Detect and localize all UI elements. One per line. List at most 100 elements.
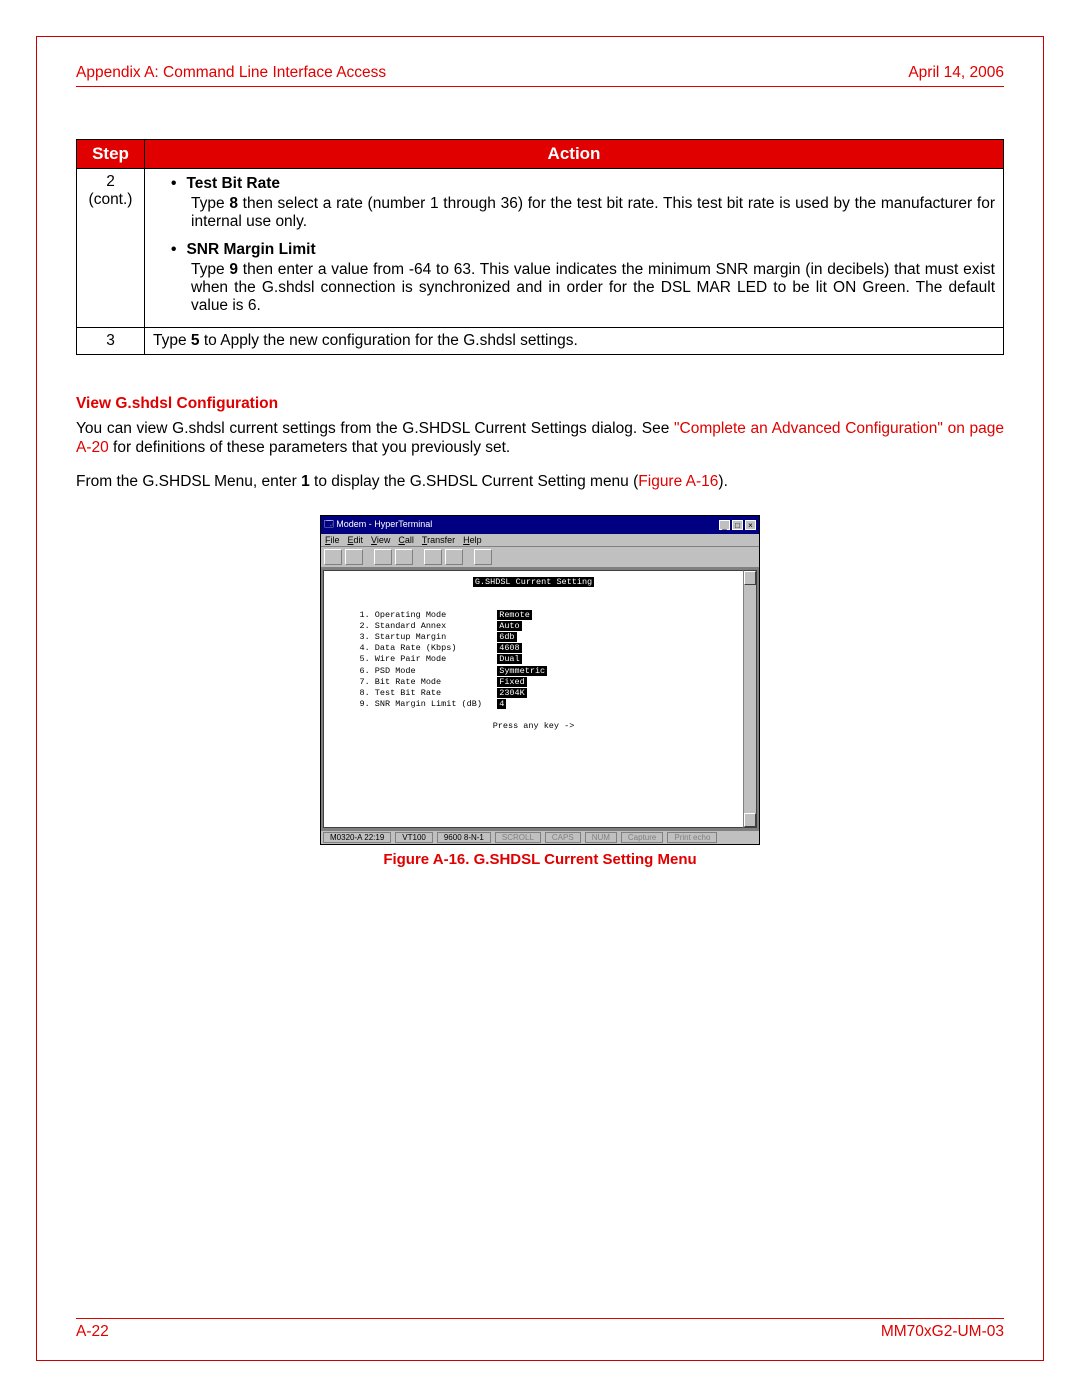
figure: 🗔 Modem - HyperTerminal _ □ × File Edit …: [76, 515, 1004, 868]
ht-terminal-wrap: G.SHDSL Current Setting 1. Operating Mod…: [321, 568, 759, 830]
ht-titlebar: 🗔 Modem - HyperTerminal _ □ ×: [321, 516, 759, 534]
txt: to Apply the new configuration for the G…: [200, 332, 578, 349]
figure-ref-link[interactable]: Figure A-16: [638, 473, 718, 490]
txt: From the G.SHDSL Menu, enter: [76, 473, 301, 490]
term-line: 4. Data Rate (Kbps) 4608: [334, 643, 733, 654]
table-row: 3 Type 5 to Apply the new configuration …: [77, 328, 1004, 355]
term-blank: [334, 599, 339, 609]
scroll-down-icon[interactable]: [744, 813, 756, 827]
ht-title-text: 🗔 Modem - HyperTerminal: [324, 517, 432, 533]
th-step: Step: [77, 140, 145, 169]
status-cell: Print echo: [667, 832, 717, 843]
ht-terminal[interactable]: G.SHDSL Current Setting 1. Operating Mod…: [323, 570, 743, 828]
header-right: April 14, 2006: [908, 64, 1004, 82]
txt: Type: [153, 332, 191, 349]
term-line: 9. SNR Margin Limit (dB) 4: [334, 699, 733, 710]
step-action-table: Step Action 2 (cont.) • Test Bit Rate Ty…: [76, 139, 1004, 355]
status-cell: NUM: [585, 832, 617, 843]
hyperterminal-window: 🗔 Modem - HyperTerminal _ □ × File Edit …: [320, 515, 760, 845]
term-value: 4: [497, 699, 506, 709]
menu-view[interactable]: View: [371, 535, 390, 545]
page-header: Appendix A: Command Line Interface Acces…: [76, 64, 1004, 87]
footer-right: MM70xG2-UM-03: [881, 1323, 1004, 1341]
txt: Type: [191, 261, 229, 278]
status-cell: CAPS: [545, 832, 581, 843]
bullet-title: SNR Margin Limit: [186, 241, 315, 259]
term-value: 2304K: [497, 688, 527, 698]
term-value: Symmetric: [497, 666, 547, 676]
step-cell: 3: [77, 328, 145, 355]
term-line: 2. Standard Annex Auto: [334, 621, 733, 632]
bullet-dot: •: [153, 175, 186, 193]
bullet-item: • Test Bit Rate: [153, 175, 995, 193]
term-line: 3. Startup Margin 6db: [334, 632, 733, 643]
ht-statusbar: M0320-A 22:19 VT100 9600 8-N-1 SCROLL CA…: [321, 830, 759, 844]
body-paragraph: From the G.SHDSL Menu, enter 1 to displa…: [76, 472, 1004, 491]
txt: to display the G.SHDSL Current Setting m…: [310, 473, 639, 490]
txt-bold: 1: [301, 473, 310, 490]
action-cell: • Test Bit Rate Type 8 then select a rat…: [145, 169, 1004, 328]
status-cell: Capture: [621, 832, 663, 843]
action-cell: Type 5 to Apply the new configuration fo…: [145, 328, 1004, 355]
th-action: Action: [145, 140, 1004, 169]
term-line: 5. Wire Pair Mode Dual: [334, 654, 733, 665]
bullet-body: Type 8 then select a rate (number 1 thro…: [153, 193, 995, 239]
close-icon[interactable]: ×: [745, 520, 756, 530]
status-cell: 9600 8-N-1: [437, 832, 491, 843]
toolbar-send-icon[interactable]: [424, 549, 442, 565]
step-cell: 2 (cont.): [77, 169, 145, 328]
ht-menubar: File Edit View Call Transfer Help: [321, 534, 759, 547]
toolbar-connect-icon[interactable]: [374, 549, 392, 565]
body-paragraph: You can view G.shdsl current settings fr…: [76, 419, 1004, 458]
ht-toolbar: [321, 547, 759, 568]
term-line: 8. Test Bit Rate 2304K: [334, 688, 733, 699]
term-value: 6db: [497, 632, 516, 642]
minimize-icon[interactable]: _: [719, 520, 730, 530]
txt-bold: 5: [191, 332, 200, 349]
footer-left: A-22: [76, 1323, 109, 1341]
menu-call[interactable]: Call: [398, 535, 414, 545]
txt: You can view G.shdsl current settings fr…: [76, 420, 674, 437]
toolbar-receive-icon[interactable]: [445, 549, 463, 565]
bullet-dot: •: [153, 241, 186, 259]
status-cell: SCROLL: [495, 832, 541, 843]
menu-help[interactable]: Help: [463, 535, 482, 545]
txt: then select a rate (number 1 through 36)…: [191, 195, 995, 230]
toolbar-new-icon[interactable]: [324, 549, 342, 565]
txt: then enter a value from -64 to 63. This …: [191, 261, 995, 314]
txt: Modem - HyperTerminal: [336, 519, 432, 529]
term-value: Auto: [497, 621, 521, 631]
step-num: 3: [106, 332, 115, 349]
toolbar-open-icon[interactable]: [345, 549, 363, 565]
txt-bold: 8: [229, 195, 238, 212]
term-line: 6. PSD Mode Symmetric: [334, 666, 733, 677]
section-heading: View G.shdsl Configuration: [76, 395, 1004, 413]
header-left: Appendix A: Command Line Interface Acces…: [76, 64, 386, 82]
status-cell: VT100: [395, 832, 433, 843]
step-cont: (cont.): [89, 191, 133, 208]
menu-edit[interactable]: Edit: [348, 535, 364, 545]
bullet-title: Test Bit Rate: [186, 175, 280, 193]
scrollbar[interactable]: [743, 570, 757, 828]
ht-window-buttons: _ □ ×: [719, 520, 756, 530]
term-title: G.SHDSL Current Setting: [334, 577, 733, 588]
term-line: 7. Bit Rate Mode Fixed: [334, 677, 733, 688]
txt-bold: 9: [229, 261, 238, 278]
menu-transfer[interactable]: Transfer: [422, 535, 455, 545]
term-prompt: Press any key ->: [334, 721, 733, 732]
toolbar-props-icon[interactable]: [474, 549, 492, 565]
toolbar-disconnect-icon[interactable]: [395, 549, 413, 565]
figure-caption: Figure A-16. G.SHDSL Current Setting Men…: [383, 851, 696, 868]
scroll-up-icon[interactable]: [744, 571, 756, 585]
term-line: 1. Operating Mode Remote: [334, 610, 733, 621]
page-footer: A-22 MM70xG2-UM-03: [76, 1318, 1004, 1341]
term-value: Dual: [497, 654, 521, 664]
table-row: 2 (cont.) • Test Bit Rate Type 8 then se…: [77, 169, 1004, 328]
menu-file[interactable]: File: [325, 535, 340, 545]
maximize-icon[interactable]: □: [732, 520, 743, 530]
txt: Type: [191, 195, 229, 212]
term-value: Fixed: [497, 677, 527, 687]
bullet-body: Type 9 then enter a value from -64 to 63…: [153, 259, 995, 323]
txt: ).: [718, 473, 727, 490]
txt: G.SHDSL Current Setting: [473, 577, 594, 587]
